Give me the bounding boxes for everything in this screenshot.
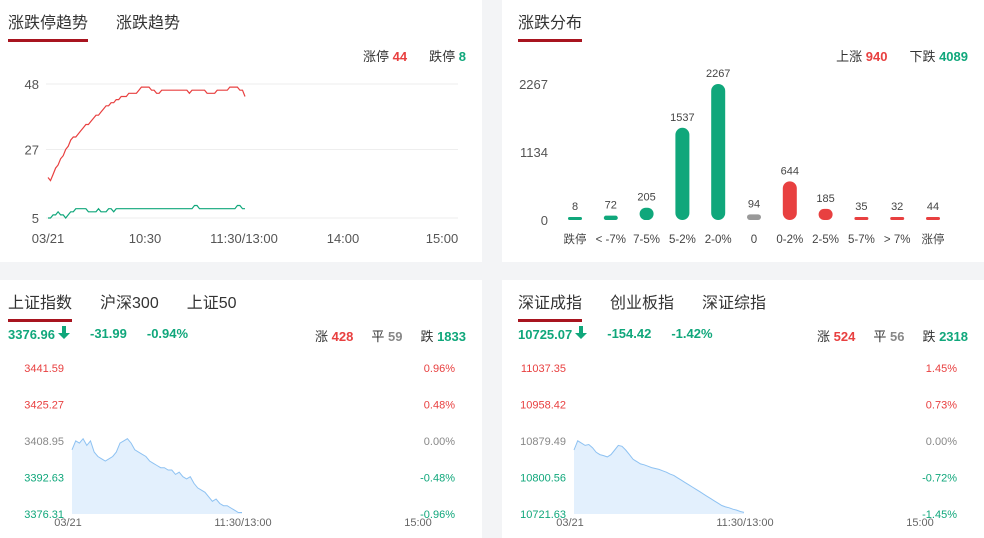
y-tick-left: 10879.49 (520, 436, 566, 448)
series-line-limit-down (48, 204, 245, 219)
x-tick-label: 03/21 (556, 517, 584, 529)
y-tick-right: 0.00% (424, 436, 455, 448)
x-tick-label: 11:30/13:00 (214, 517, 271, 529)
y-tick-right: 0.73% (926, 400, 957, 412)
y-tick-left: 3392.63 (24, 473, 64, 485)
category-label: 0 (751, 234, 757, 246)
x-tick-label: 03/21 (54, 517, 82, 529)
bar-value-label: 32 (891, 201, 903, 213)
bar (747, 214, 761, 220)
y-tick-right: 0.00% (926, 436, 957, 448)
x-tick-label: 15:00 (426, 231, 459, 246)
sz-index-panel: 深证成指 创业板指 深证综指 10725.07 -154.42 -1.42% 涨… (502, 280, 984, 538)
y-tick-left: 3425.27 (24, 400, 64, 412)
bar-value-label: 35 (855, 201, 867, 213)
bar (890, 217, 905, 220)
bar-value-label: 72 (605, 200, 617, 212)
x-tick-label: 14:00 (327, 231, 360, 246)
series-line-limit-up (47, 86, 246, 182)
y-tick-label: 1134 (520, 145, 548, 160)
bar-value-label: 644 (781, 165, 799, 177)
bar-value-label: 44 (927, 201, 939, 213)
y-tick-left: 3408.95 (24, 436, 64, 448)
y-tick-right: -0.48% (420, 473, 455, 485)
y-tick-label: 2267 (519, 77, 548, 92)
x-tick-label: 15:00 (906, 517, 934, 529)
sh-index-chart: 3441.59 0.96% 3425.27 0.48% 3408.95 0.00% 3392… (24, 363, 455, 529)
bar-value-label: 1537 (670, 112, 694, 124)
y-tick-label: 5 (32, 211, 39, 226)
bar (782, 181, 797, 220)
bar (639, 207, 654, 220)
category-label: 涨停 (922, 232, 945, 246)
category-label: 跌停 (564, 232, 587, 246)
y-tick-right: 0.48% (424, 400, 455, 412)
category-label: 2-5% (812, 234, 839, 246)
distribution-panel: 涨跌分布 上涨 940 下跌 4089 0 1134 2267 8 跌停 72 < -7% 2… (502, 0, 984, 262)
y-tick-label: 27 (25, 142, 39, 157)
y-tick-right: 0.96% (424, 363, 455, 375)
y-tick-left: 10800.56 (520, 473, 566, 485)
y-tick-left: 10958.42 (520, 400, 566, 412)
sh-index-panel: 上证指数 沪深300 上证50 3376.96 -31.99 -0.94% 涨 … (0, 280, 482, 538)
bar (926, 217, 940, 220)
y-tick-right: -0.72% (922, 473, 957, 485)
bar-value-label: 94 (748, 198, 760, 210)
bar-value-label: 2267 (706, 68, 730, 80)
bar (854, 217, 869, 220)
sz-index-chart: 11037.35 1.45% 10958.42 0.73% 10879.49 0.00% 1… (520, 363, 957, 529)
category-label: 7-5% (633, 234, 660, 246)
y-tick-label: 0 (541, 213, 548, 228)
category-label: < -7% (596, 234, 626, 246)
bar-value-label: 8 (572, 201, 578, 213)
bar-value-label: 185 (816, 193, 834, 205)
y-tick-left: 3441.59 (24, 363, 64, 375)
bar (818, 208, 833, 220)
y-tick-left: 11037.35 (521, 363, 566, 375)
x-tick-label: 15:00 (404, 517, 432, 529)
bar (603, 215, 618, 220)
limit-trend-panel: 涨跌停趋势 涨跌趋势 涨停 44 跌停 8 5 27 48 03/21 10:30 11:… (0, 0, 482, 262)
category-label: 2-0% (705, 234, 732, 246)
bar (675, 127, 690, 220)
x-tick-label: 11:30/13:00 (716, 517, 773, 529)
bar-value-label: 205 (637, 192, 655, 204)
price-area (72, 438, 242, 514)
y-tick-label: 48 (25, 77, 39, 92)
x-tick-label: 10:30 (129, 231, 162, 246)
bar (568, 217, 582, 220)
category-label: 5-7% (848, 234, 875, 246)
limit-trend-chart: 5 27 48 03/21 10:30 11:30/13:00 14:00 15:00 (25, 77, 459, 246)
category-label: 0-2% (776, 234, 803, 246)
category-label: 5-2% (669, 234, 696, 246)
x-tick-label: 11:30/13:00 (210, 231, 278, 246)
bar (711, 84, 726, 220)
category-label: > 7% (884, 234, 911, 246)
y-tick-right: 1.45% (926, 363, 957, 375)
x-tick-label: 03/21 (32, 231, 65, 246)
distribution-chart: 0 1134 2267 8 跌停 72 < -7% 205 7-5% 1537 5-2% 2267 2-… (519, 68, 945, 246)
